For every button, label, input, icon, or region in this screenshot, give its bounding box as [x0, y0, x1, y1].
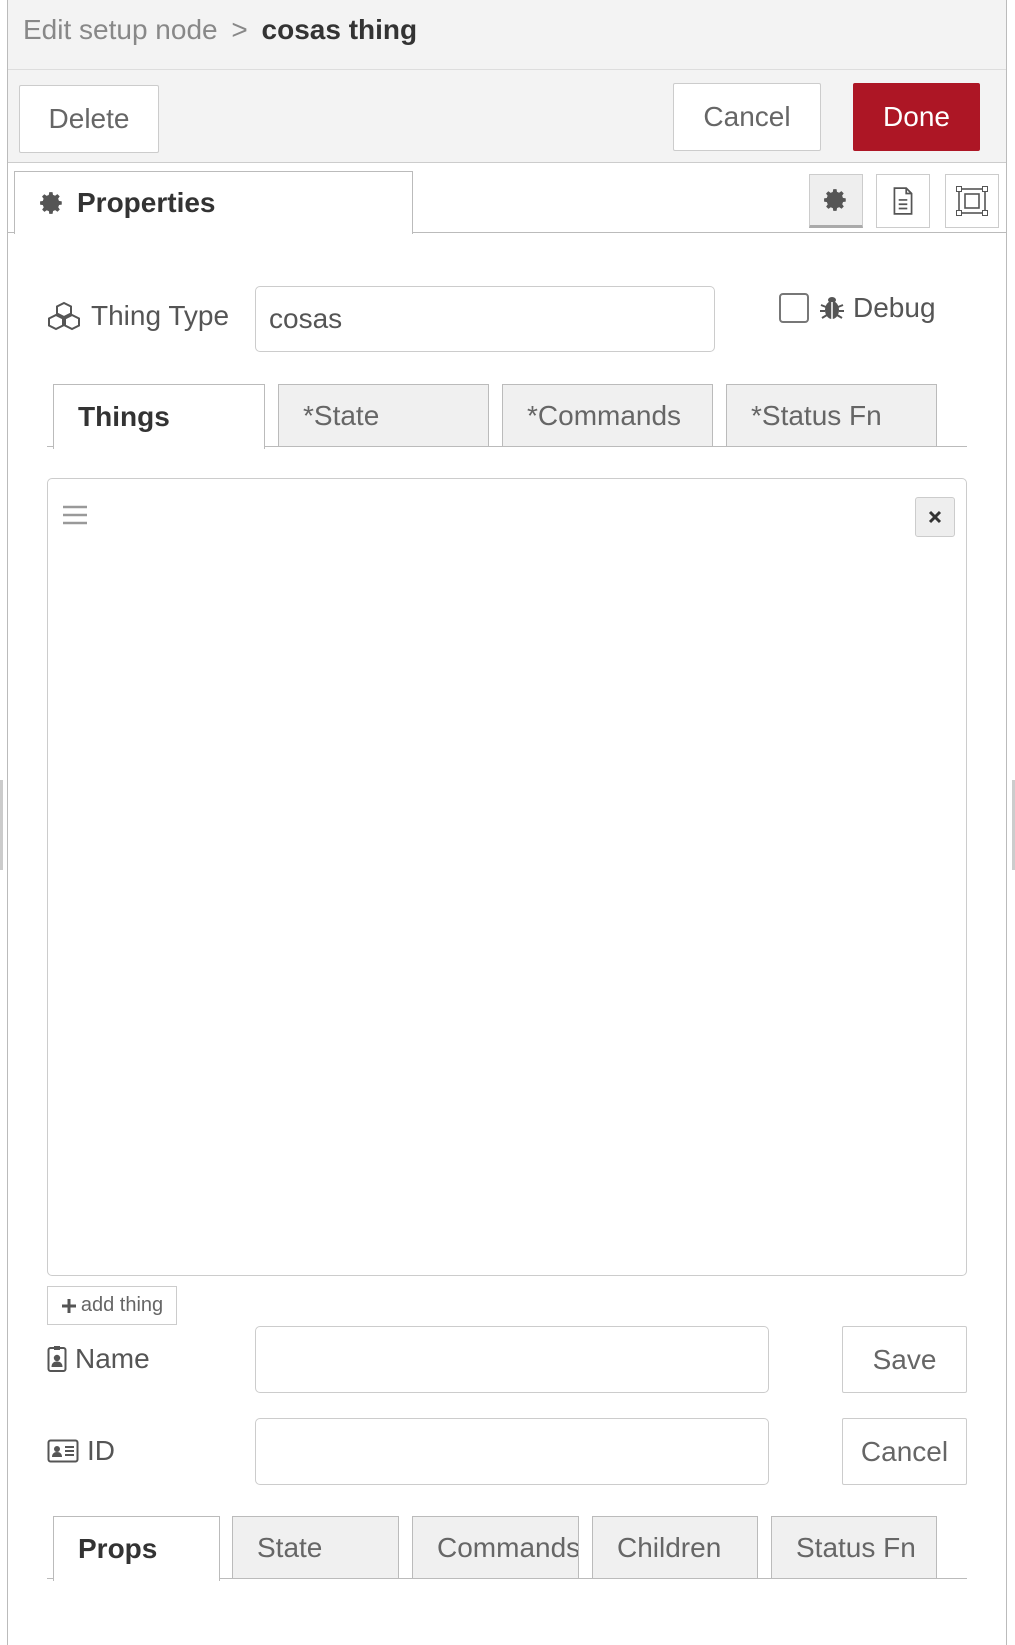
add-thing-button[interactable]: add thing	[47, 1286, 177, 1325]
tab-properties[interactable]: Properties	[14, 171, 413, 234]
tray-appearance-button[interactable]	[945, 174, 999, 228]
tab-state-bottom[interactable]: State	[232, 1516, 399, 1578]
panel-right-border	[1006, 0, 1007, 1645]
tab-commands-bottom[interactable]: Commands	[412, 1516, 579, 1578]
thing-type-label-row: Thing Type	[47, 296, 229, 336]
thing-type-input[interactable]	[255, 286, 715, 352]
done-button[interactable]: Done	[853, 83, 980, 151]
id-card-icon	[47, 1439, 79, 1463]
bug-icon	[819, 294, 845, 322]
plus-icon	[61, 1298, 77, 1314]
tab-props[interactable]: Props	[53, 1516, 220, 1581]
breadcrumb-prefix: Edit setup node	[23, 14, 218, 45]
thing-type-label: Thing Type	[91, 300, 230, 331]
tab-children[interactable]: Children	[592, 1516, 758, 1578]
left-resize-handle[interactable]	[0, 780, 3, 870]
cancel-edit-button[interactable]: Cancel	[842, 1418, 967, 1485]
id-input[interactable]	[255, 1418, 769, 1485]
breadcrumb: Edit setup node > cosas thing	[23, 14, 417, 46]
frame-icon	[956, 186, 988, 216]
times-icon[interactable]	[915, 497, 955, 537]
cancel-button[interactable]: Cancel	[673, 83, 821, 151]
tab-state[interactable]: *State	[278, 384, 489, 446]
add-thing-label: add thing	[80, 1294, 164, 1316]
id-label: ID	[87, 1435, 115, 1466]
breadcrumb-separator: >	[231, 14, 248, 45]
tray-gear-button[interactable]	[809, 174, 863, 228]
id-badge-icon	[47, 1345, 67, 1373]
name-label: Name	[75, 1343, 150, 1374]
tab-status-fn-bottom[interactable]: Status Fn	[771, 1516, 937, 1578]
debug-checkbox[interactable]	[779, 293, 809, 323]
delete-button[interactable]: Delete	[19, 85, 159, 153]
tray-description-button[interactable]	[876, 174, 930, 228]
save-button[interactable]: Save	[842, 1326, 967, 1393]
panel-left-border	[7, 0, 8, 1645]
things-list	[47, 478, 967, 1276]
id-label-row: ID	[47, 1431, 115, 1471]
tray-header: Edit setup node > cosas thing	[8, 0, 1006, 70]
document-icon	[890, 186, 916, 216]
name-input[interactable]	[255, 1326, 769, 1393]
gear-icon	[39, 190, 65, 216]
bars-icon[interactable]	[62, 504, 88, 531]
tab-status-fn[interactable]: *Status Fn	[726, 384, 937, 446]
tab-things[interactable]: Things	[53, 384, 265, 449]
name-label-row: Name	[47, 1339, 150, 1379]
tab-commands[interactable]: *Commands	[502, 384, 713, 446]
node-name: cosas thing	[261, 14, 418, 45]
cubes-icon	[47, 301, 81, 331]
debug-toggle[interactable]: Debug	[779, 292, 936, 324]
debug-label: Debug	[853, 292, 936, 323]
tab-properties-label: Properties	[77, 187, 216, 218]
gear-icon	[823, 187, 849, 213]
